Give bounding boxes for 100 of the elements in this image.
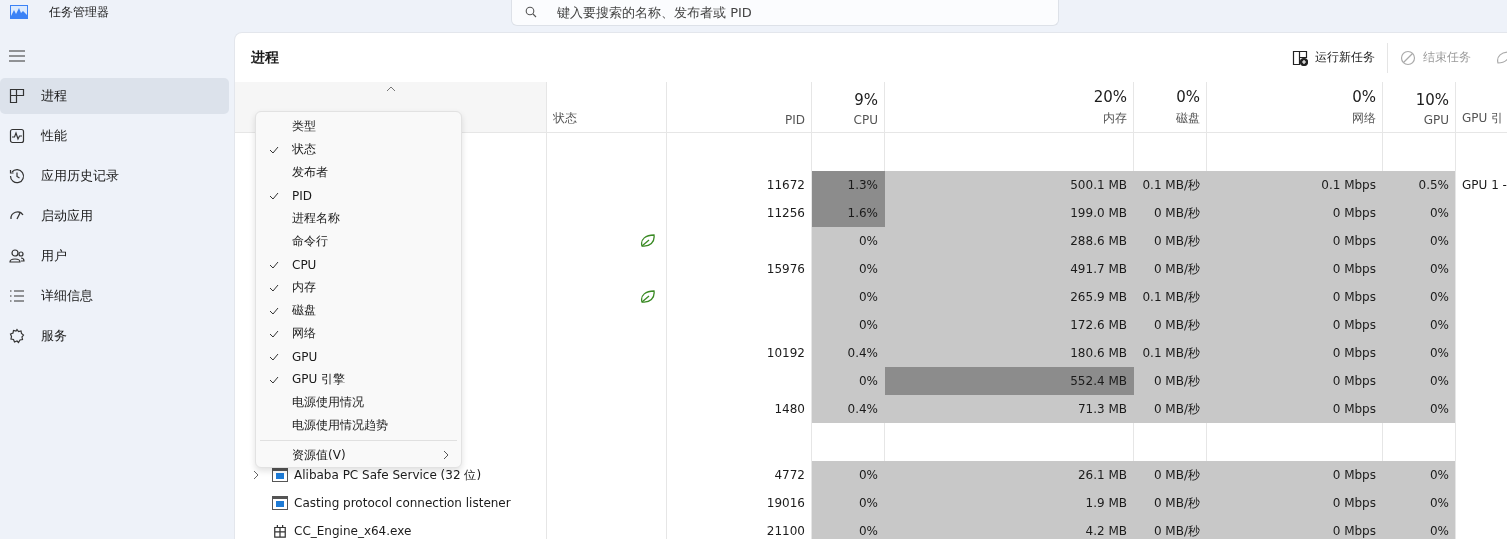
sidebar-item[interactable]: 详细信息 (0, 278, 229, 314)
chevron-right-icon (443, 450, 449, 460)
window-title: 任务管理器 (49, 4, 109, 21)
table-cell: GPU 1 - (1462, 178, 1507, 192)
menu-item[interactable]: 进程名称 (256, 207, 461, 230)
column-header[interactable]: 状态 (547, 82, 667, 132)
table-cell: 1.6% (847, 206, 878, 220)
column-header[interactable]: 10% GPU (1383, 82, 1456, 132)
table-cell: 0% (1429, 346, 1449, 360)
table-cell: 0 Mbps (1332, 206, 1376, 220)
history-icon (9, 168, 25, 184)
sidebar-item[interactable]: 启动应用 (0, 198, 229, 234)
table-cell: 491.7 MB (1070, 262, 1127, 276)
menu-icon[interactable] (9, 50, 25, 62)
table-cell: 0.1 MB/秒 (1142, 176, 1200, 194)
menu-item[interactable]: 电源使用情况 (256, 391, 461, 414)
table-cell: 19016 (766, 496, 805, 510)
users-icon (9, 248, 25, 264)
table-cell: 0 Mbps (1332, 346, 1376, 360)
menu-item[interactable]: 网络 (256, 322, 461, 345)
menu-item[interactable]: GPU (256, 345, 461, 368)
gear-icon (9, 328, 25, 344)
table-cell: 0% (1429, 234, 1449, 248)
sidebar-item[interactable]: 应用历史记录 (0, 158, 229, 194)
menu-item[interactable]: 类型 (256, 115, 461, 138)
table-cell: 0 MB/秒 (1153, 260, 1200, 278)
grid-icon (9, 88, 25, 104)
table-cell: 10192 (766, 346, 805, 360)
table-cell: 288.6 MB (1070, 234, 1127, 248)
table-cell: 0% (1429, 206, 1449, 220)
table-cell: 4.2 MB (1085, 524, 1127, 538)
table-cell: 500.1 MB (1070, 178, 1127, 192)
menu-item[interactable]: 命令行 (256, 230, 461, 253)
sidebar-item[interactable]: 服务 (0, 318, 229, 354)
sidebar-item[interactable]: 用户 (0, 238, 229, 274)
table-cell: 0 Mbps (1332, 374, 1376, 388)
page-title: 进程 (251, 48, 279, 67)
search-field[interactable]: 键入要搜索的名称、发布者或 PID (511, 0, 1059, 26)
column-header[interactable]: 0% 磁盘 (1134, 82, 1207, 132)
table-cell: 0% (1429, 524, 1449, 538)
table-cell: 0 Mbps (1332, 262, 1376, 276)
column-header[interactable]: PID (667, 82, 812, 132)
prohibited-icon (1400, 49, 1416, 66)
menu-item[interactable]: 内存 (256, 276, 461, 299)
menu-item[interactable]: 磁盘 (256, 299, 461, 322)
process-name: Casting protocol connection listener (294, 496, 511, 510)
table-cell: 4772 (774, 468, 805, 482)
leaf-icon (640, 289, 656, 305)
table-cell: 199.0 MB (1070, 206, 1127, 220)
table-cell: 0% (1429, 374, 1449, 388)
table-cell: 0% (1429, 318, 1449, 332)
run-task-button[interactable]: 运行新任务 (1284, 43, 1383, 72)
table-cell: 0 Mbps (1332, 524, 1376, 538)
menu-item[interactable]: 发布者 (256, 161, 461, 184)
table-cell: 0.1 Mbps (1321, 178, 1376, 192)
sort-caret-icon[interactable] (385, 86, 396, 92)
table-cell: 172.6 MB (1070, 318, 1127, 332)
menu-item[interactable]: 资源值(V) (256, 444, 461, 466)
table-cell: 0% (1429, 262, 1449, 276)
menu-item[interactable]: 状态 (256, 138, 461, 161)
table-cell: 0.1 MB/秒 (1142, 344, 1200, 362)
table-cell: 0 Mbps (1332, 290, 1376, 304)
table-cell: 0 MB/秒 (1153, 466, 1200, 484)
app-icon (10, 5, 28, 19)
table-cell: 11256 (766, 206, 805, 220)
table-cell: 0 MB/秒 (1153, 316, 1200, 334)
leaf-icon (640, 233, 656, 249)
list-icon (9, 288, 25, 304)
table-cell: 0.4% (847, 346, 878, 360)
sidebar-item[interactable]: 性能 (0, 118, 229, 154)
table-cell: 0.1 MB/秒 (1142, 288, 1200, 306)
table-cell: 0 MB/秒 (1153, 522, 1200, 539)
column-header[interactable]: 9% CPU (812, 82, 885, 132)
expand-chevron-icon[interactable] (253, 470, 259, 480)
table-cell: 0% (1429, 468, 1449, 482)
table-cell: 0% (858, 468, 878, 482)
table-cell: 552.4 MB (1070, 374, 1127, 388)
sidebar-item[interactable]: 进程 (0, 78, 229, 114)
table-cell: 21100 (766, 524, 805, 538)
table-cell: 71.3 MB (1077, 402, 1127, 416)
table-cell: 0% (1429, 290, 1449, 304)
column-header[interactable]: 0% 网络 (1207, 82, 1383, 132)
table-cell: 265.9 MB (1070, 290, 1127, 304)
table-cell: 1.9 MB (1085, 496, 1127, 510)
table-cell: 0 Mbps (1332, 318, 1376, 332)
menu-item[interactable]: PID (256, 184, 461, 207)
table-cell: 0 Mbps (1332, 468, 1376, 482)
column-header[interactable]: 20% 内存 (885, 82, 1134, 132)
column-header[interactable]: GPU 引 (1456, 82, 1507, 132)
table-cell: 0% (858, 318, 878, 332)
table-cell: 0% (1429, 402, 1449, 416)
table-cell: 0 Mbps (1332, 234, 1376, 248)
menu-item[interactable]: GPU 引擎 (256, 368, 461, 391)
table-cell: 15976 (766, 262, 805, 276)
table-cell: 1480 (774, 402, 805, 416)
window-icon (272, 496, 288, 510)
menu-item[interactable]: 电源使用情况趋势 (256, 414, 461, 437)
menu-item[interactable]: CPU (256, 253, 461, 276)
table-cell: 0 MB/秒 (1153, 204, 1200, 222)
new-task-icon (1292, 49, 1308, 66)
